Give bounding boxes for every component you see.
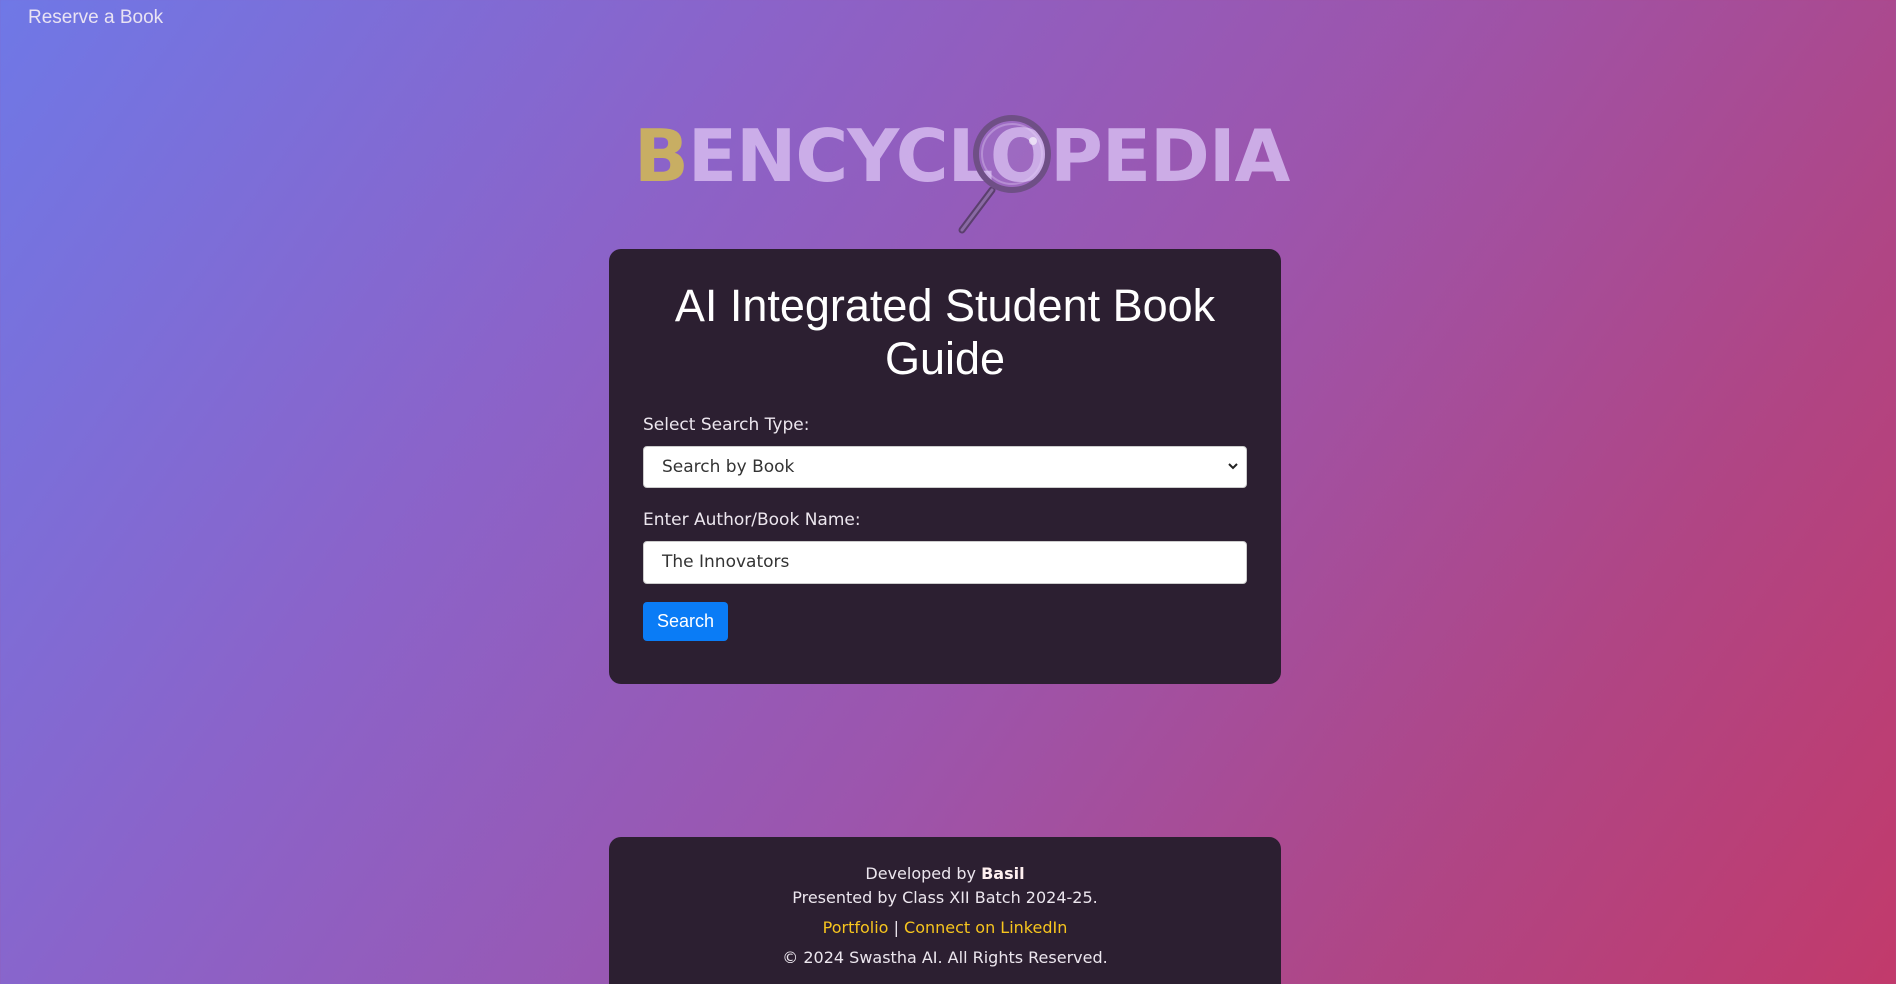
author-book-input[interactable]: The Innovators: [643, 541, 1247, 584]
search-card: AI Integrated Student Book Guide Select …: [609, 249, 1281, 684]
author-book-label: Enter Author/Book Name:: [643, 510, 861, 530]
developed-by-line: Developed by Basil: [609, 862, 1281, 886]
copyright-text: © 2024 Swastha AI. All Rights Reserved.: [782, 948, 1108, 967]
search-button[interactable]: Search: [643, 602, 729, 641]
footer-links: Portfolio | Connect on LinkedIn: [609, 916, 1281, 940]
magnifier-icon: [958, 115, 1051, 234]
developed-prefix: Developed by: [865, 864, 976, 883]
search-type-value: Search by Book: [662, 457, 795, 477]
link-separator: |: [893, 918, 899, 937]
logo-first-letter: B: [634, 114, 689, 198]
search-type-select[interactable]: Search by Book: [643, 446, 1247, 488]
site-logo: BENCYCLOPEDIA: [634, 108, 1290, 238]
chevron-down-icon: [1228, 463, 1238, 470]
developer-name: Basil: [981, 864, 1025, 883]
search-type-label: Select Search Type:: [643, 415, 810, 435]
portfolio-link[interactable]: Portfolio: [823, 918, 889, 937]
linkedin-link[interactable]: Connect on LinkedIn: [904, 918, 1067, 937]
presented-by-line: Presented by Class XII Batch 2024-25.: [792, 888, 1098, 907]
reserve-book-link[interactable]: Reserve a Book: [28, 7, 163, 29]
footer: Developed by Basil Presented by Class XI…: [609, 837, 1281, 984]
author-book-value: The Innovators: [662, 552, 790, 572]
page-title: AI Integrated Student Book Guide: [674, 280, 1216, 384]
